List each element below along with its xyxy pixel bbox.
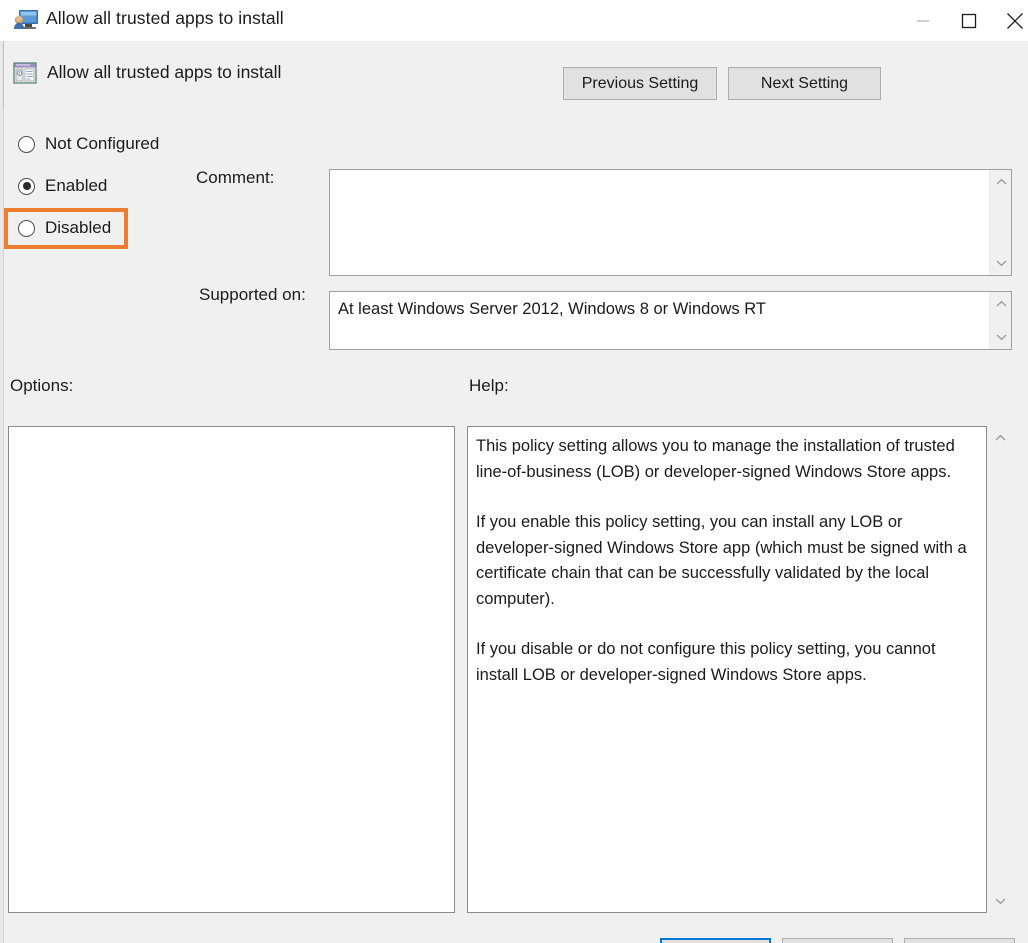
chevron-up-icon	[996, 300, 1006, 307]
dialog-body: Allow all trusted apps to install Previo…	[0, 41, 1028, 943]
options-label: Options:	[10, 376, 74, 395]
supported-on-value: At least Windows Server 2012, Windows 8 …	[338, 300, 766, 318]
scroll-up-button[interactable]	[989, 428, 1012, 448]
chevron-up-icon	[995, 434, 1006, 441]
scroll-up-button[interactable]	[990, 172, 1012, 192]
cancel-button[interactable]: Cancel	[782, 938, 893, 943]
radio-label-not-configured: Not Configured	[45, 134, 160, 153]
policy-setting-title: Allow all trusted apps to install	[47, 62, 282, 82]
radio-enabled[interactable]: Enabled	[18, 174, 107, 198]
chevron-up-icon	[996, 178, 1006, 185]
radio-circle-disabled	[18, 219, 35, 237]
help-paragraph-1: This policy setting allows you to manage…	[476, 437, 955, 481]
supported-on-field: At least Windows Server 2012, Windows 8 …	[329, 291, 1012, 350]
supported-on-scrollbar[interactable]	[989, 292, 1011, 349]
help-label: Help:	[469, 376, 509, 395]
scroll-down-button[interactable]	[989, 891, 1012, 911]
help-panel: This policy setting allows you to manage…	[467, 426, 987, 913]
group-policy-setting-icon	[13, 61, 37, 85]
help-scrollbar[interactable]	[989, 426, 1012, 913]
help-paragraph-2: If you enable this policy setting, you c…	[476, 513, 967, 608]
window-left-border-line-2	[3, 108, 4, 943]
scroll-up-button[interactable]	[990, 294, 1012, 314]
minimize-icon	[917, 19, 929, 22]
policy-setting-dialog: Allow all trusted apps to install Allow …	[0, 0, 1028, 943]
radio-disabled[interactable]: Disabled	[18, 216, 111, 240]
window-title: Allow all trusted apps to install	[46, 8, 284, 28]
radio-not-configured[interactable]: Not Configured	[18, 132, 159, 156]
maximize-icon	[961, 13, 977, 28]
help-paragraph-3: If you disable or do not configure this …	[476, 640, 936, 684]
comment-label: Comment:	[196, 168, 275, 187]
next-setting-button[interactable]: Next Setting	[728, 67, 881, 100]
scroll-down-button[interactable]	[990, 253, 1012, 273]
help-text: This policy setting allows you to manage…	[476, 434, 976, 688]
scroll-down-button[interactable]	[990, 327, 1012, 347]
maximize-button[interactable]	[946, 0, 992, 41]
comment-scrollbar[interactable]	[989, 170, 1011, 275]
apply-button[interactable]: Apply	[904, 938, 1015, 943]
ok-button[interactable]: OK	[660, 938, 771, 943]
radio-circle-not-configured	[18, 135, 35, 153]
supported-on-label: Supported on:	[199, 285, 306, 304]
chevron-down-icon	[995, 898, 1006, 905]
chevron-down-icon	[996, 334, 1006, 341]
window-left-border-line	[3, 41, 4, 108]
title-bar: Allow all trusted apps to install	[0, 0, 1028, 41]
policy-computer-icon	[13, 8, 39, 32]
chevron-down-icon	[996, 260, 1006, 267]
radio-circle-enabled	[18, 177, 35, 195]
radio-label-enabled: Enabled	[45, 176, 108, 195]
radio-label-disabled: Disabled	[45, 218, 112, 237]
minimize-button[interactable]	[900, 0, 946, 41]
previous-setting-button[interactable]: Previous Setting	[563, 67, 717, 100]
close-button[interactable]	[992, 0, 1028, 41]
comment-input[interactable]	[329, 169, 1012, 276]
close-icon	[1007, 12, 1023, 29]
options-panel[interactable]	[8, 426, 455, 913]
